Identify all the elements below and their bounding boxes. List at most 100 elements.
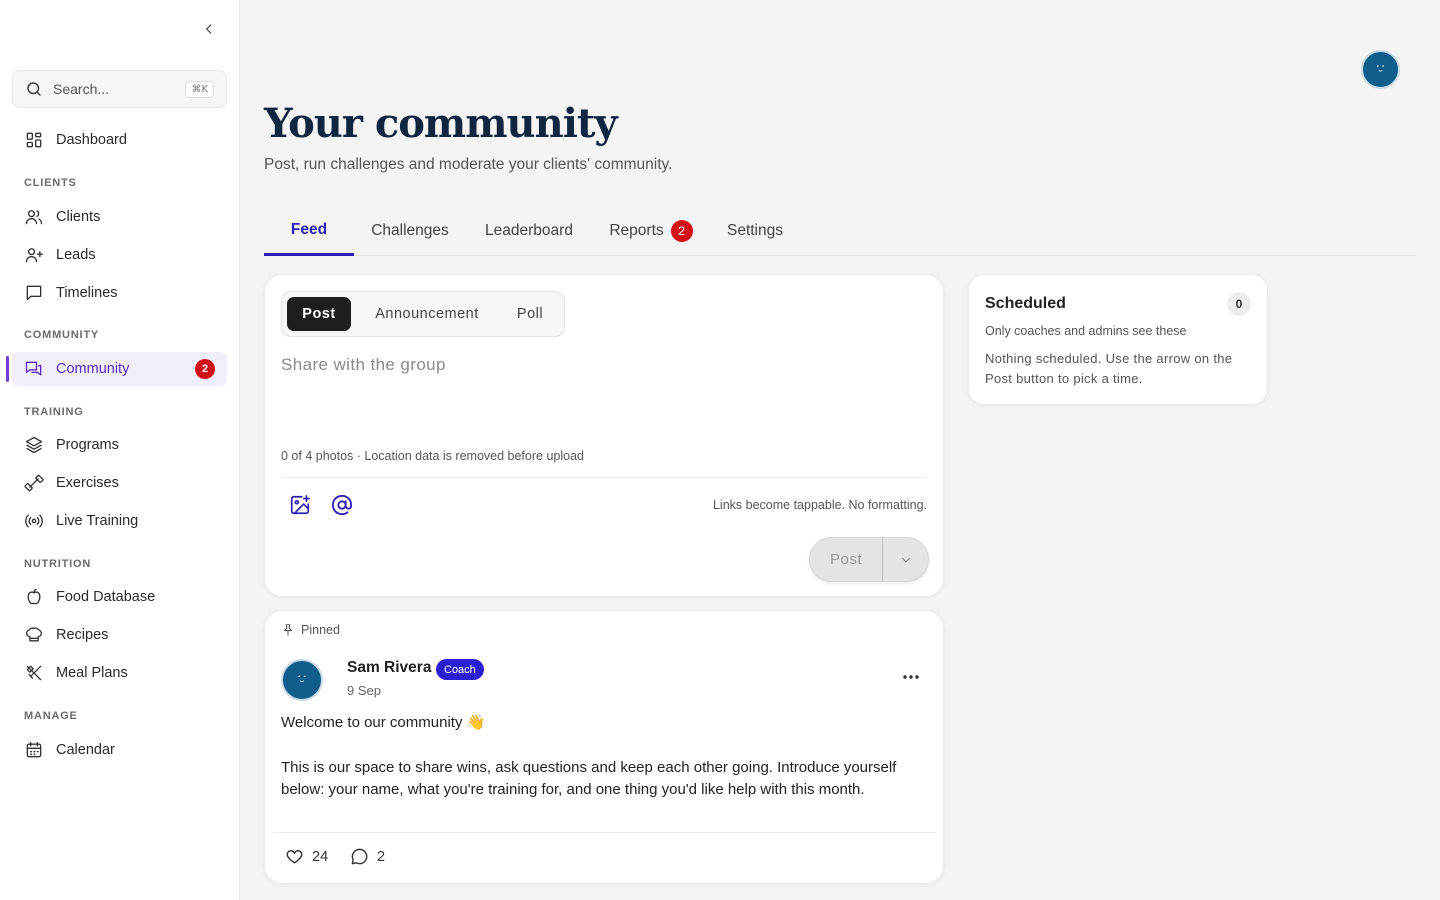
post-body: Welcome to our community 👋 This is our s… — [281, 712, 931, 824]
chevron-left-icon — [206, 24, 212, 34]
author-avatar[interactable] — [281, 659, 323, 701]
role-badge: Coach — [436, 659, 484, 680]
chef-hat-icon — [26, 627, 42, 642]
calendar-icon — [26, 741, 42, 758]
post-type-poll[interactable]: Poll — [504, 297, 556, 331]
pin-icon — [283, 624, 293, 636]
tab-label: Challenges — [371, 222, 449, 239]
post-button[interactable]: Post — [810, 538, 882, 581]
search-placeholder: Search... — [53, 81, 110, 97]
scheduled-panel: Scheduled 0 Only coaches and admins see … — [968, 274, 1268, 405]
sidebar-item-programs[interactable]: Programs — [12, 428, 227, 462]
divider — [281, 477, 927, 478]
tab-feed[interactable]: Feed — [264, 206, 354, 256]
sidebar-item-label: Food Database — [56, 589, 156, 605]
users-icon — [25, 210, 43, 225]
sidebar-item-meal-plans[interactable]: Meal Plans — [12, 656, 227, 690]
post-composer: Post Announcement Poll 0 of 4 photos · L… — [264, 274, 944, 597]
sidebar-item-label: Dashboard — [56, 132, 127, 148]
utensils-icon — [26, 665, 42, 681]
tab-leaderboard[interactable]: Leaderboard — [476, 206, 582, 256]
author-name[interactable]: Sam Rivera — [347, 659, 431, 677]
collapse-sidebar-button[interactable] — [198, 18, 220, 40]
comment-button[interactable]: 2 — [350, 847, 385, 866]
sidebar-item-recipes[interactable]: Recipes — [12, 618, 227, 652]
post-options-button[interactable] — [897, 667, 925, 687]
more-horizontal-icon — [903, 675, 919, 679]
pinned-label: Pinned — [301, 623, 340, 637]
messages-icon — [25, 361, 42, 376]
notification-badge: 2 — [670, 220, 693, 242]
page-title: Your community — [264, 100, 618, 147]
sidebar-item-label: Leads — [56, 247, 96, 263]
user-avatar[interactable] — [1361, 50, 1400, 89]
sidebar-item-food-database[interactable]: Food Database — [12, 580, 227, 614]
apple-icon — [27, 588, 41, 605]
post-type-announcement[interactable]: Announcement — [362, 297, 492, 331]
post-text-input[interactable] — [281, 355, 927, 435]
notification-badge: 2 — [195, 359, 215, 379]
avatar-face-icon — [298, 675, 306, 683]
scheduled-count-badge: 0 — [1227, 292, 1251, 316]
sidebar-item-clients[interactable]: Clients — [12, 200, 227, 234]
tab-reports[interactable]: Reports 2 — [601, 206, 701, 256]
tab-challenges[interactable]: Challenges — [362, 206, 458, 256]
tab-settings[interactable]: Settings — [719, 206, 791, 256]
mention-button[interactable] — [328, 491, 356, 519]
sidebar-item-timelines[interactable]: Timelines — [12, 276, 227, 310]
message-square-icon — [26, 285, 42, 301]
tab-bar: Feed Challenges Leaderboard Reports 2 Se… — [264, 206, 1416, 256]
tab-label: Leaderboard — [485, 222, 573, 239]
tab-label: Feed — [290, 220, 328, 238]
section-label-training: TRAINING — [24, 406, 84, 418]
heart-icon — [286, 850, 303, 864]
divider — [273, 832, 937, 833]
chevron-down-icon — [901, 557, 911, 562]
sidebar-item-label: Timelines — [56, 285, 118, 301]
sidebar-item-label: Community — [56, 361, 130, 377]
user-plus-icon — [25, 248, 43, 263]
search-input[interactable]: Search... ⌘K — [12, 70, 227, 108]
at-sign-icon — [331, 494, 353, 516]
scheduled-subtitle: Only coaches and admins see these — [985, 324, 1187, 338]
sidebar: Search... ⌘K Dashboard CLIENTS Clients L… — [0, 0, 240, 900]
broadcast-icon — [25, 514, 43, 528]
post-type-selector: Post Announcement Poll — [281, 291, 565, 337]
section-label-clients: CLIENTS — [24, 177, 77, 189]
sidebar-item-label: Recipes — [56, 627, 109, 643]
image-plus-icon — [290, 495, 310, 515]
schedule-dropdown-button[interactable] — [883, 538, 929, 581]
sidebar-item-label: Clients — [56, 209, 101, 225]
layers-icon — [25, 436, 43, 454]
photo-note: 0 of 4 photos · Location data is removed… — [281, 449, 584, 463]
sidebar-item-community[interactable]: Community 2 — [6, 352, 227, 386]
post-text-paragraph: This is our space to share wins, ask que… — [281, 758, 897, 799]
sidebar-item-live-training[interactable]: Live Training — [12, 504, 227, 538]
page-subtitle: Post, run challenges and moderate your c… — [264, 156, 673, 173]
sidebar-item-calendar[interactable]: Calendar — [12, 733, 227, 767]
like-button[interactable]: 24 — [285, 847, 328, 866]
post-split-button: Post — [809, 537, 929, 582]
search-icon — [27, 82, 41, 96]
add-photo-button[interactable] — [286, 491, 314, 519]
scheduled-empty-text: Nothing scheduled. Use the arrow on the … — [985, 351, 1233, 386]
sidebar-item-label: Meal Plans — [56, 665, 128, 681]
comment-icon — [351, 848, 368, 865]
sidebar-item-label: Live Training — [56, 513, 139, 529]
like-count: 24 — [312, 848, 329, 865]
post-date: 9 Sep — [347, 683, 381, 698]
section-label-community: COMMUNITY — [24, 329, 100, 341]
comment-count: 2 — [377, 848, 386, 865]
post-type-post[interactable]: Post — [287, 297, 351, 331]
sidebar-item-label: Exercises — [56, 475, 119, 491]
sidebar-item-label: Calendar — [56, 742, 115, 758]
search-shortcut: ⌘K — [185, 80, 214, 98]
sidebar-item-dashboard[interactable]: Dashboard — [12, 123, 227, 157]
tab-label: Reports — [609, 222, 664, 239]
links-note: Links become tappable. No formatting. — [712, 498, 927, 512]
avatar-face-icon — [1377, 65, 1384, 72]
feed-post: Pinned Sam Rivera Coach 9 Sep Welcome to… — [264, 610, 944, 884]
pinned-indicator: Pinned — [281, 623, 340, 637]
sidebar-item-exercises[interactable]: Exercises — [12, 466, 227, 500]
sidebar-item-leads[interactable]: Leads — [12, 238, 227, 272]
